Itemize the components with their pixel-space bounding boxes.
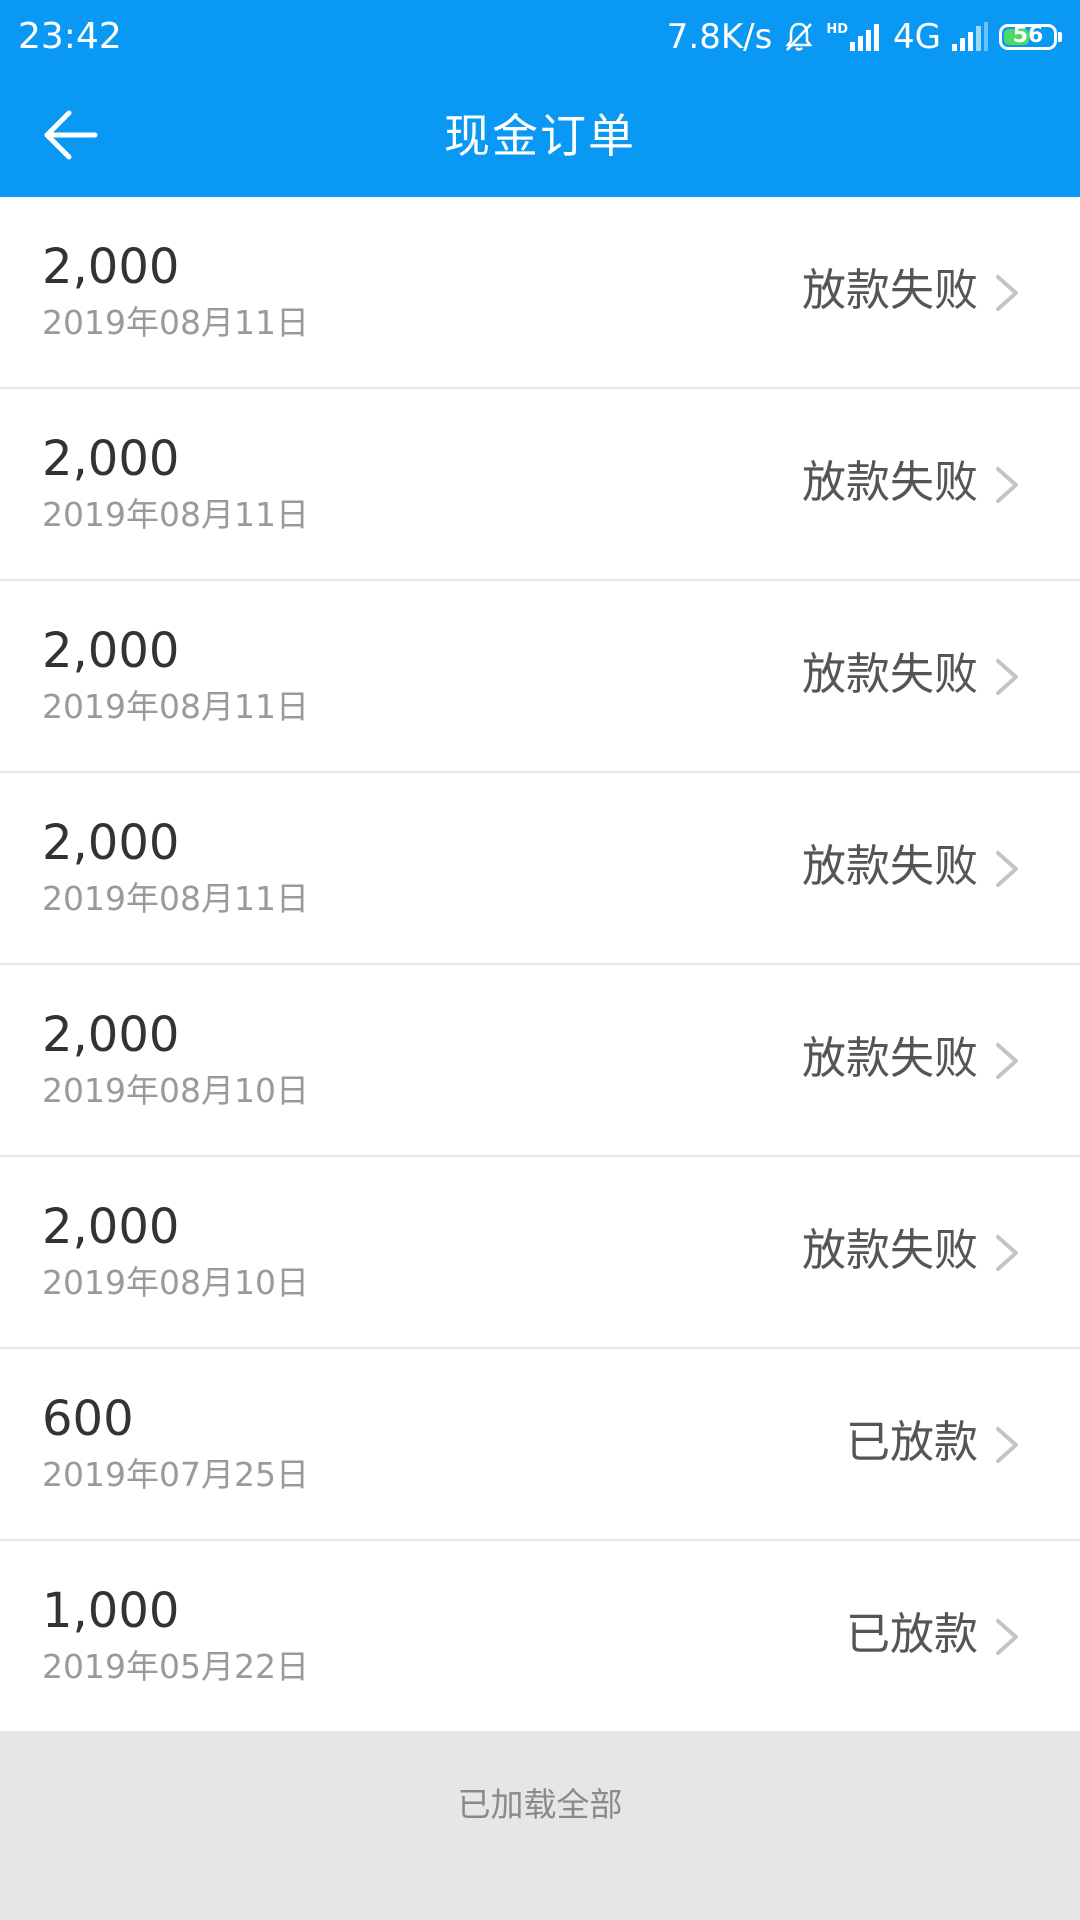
order-date: 2019年08月11日 bbox=[42, 879, 309, 918]
status-icons: 7.8K/s HD 4G 56 bbox=[667, 14, 1062, 60]
order-row[interactable]: 2,000 2019年08月10日 放款失败 bbox=[0, 965, 1080, 1157]
toolbar: 现金订单 bbox=[0, 74, 1080, 197]
order-status: 放款失败 bbox=[802, 265, 978, 316]
battery-level: 56 bbox=[1012, 24, 1044, 48]
order-date: 2019年07月25日 bbox=[42, 1455, 309, 1494]
order-row[interactable]: 2,000 2019年08月11日 放款失败 bbox=[0, 773, 1080, 965]
chevron-right-icon bbox=[996, 1619, 1018, 1655]
order-amount: 2,000 bbox=[42, 1007, 180, 1063]
order-amount: 600 bbox=[42, 1391, 134, 1447]
page-title: 现金订单 bbox=[444, 109, 636, 163]
order-status: 已放款 bbox=[846, 1609, 978, 1660]
status-time: 23:42 bbox=[18, 16, 122, 57]
order-date: 2019年05月22日 bbox=[42, 1647, 309, 1686]
order-row[interactable]: 2,000 2019年08月11日 放款失败 bbox=[0, 581, 1080, 773]
chevron-right-icon bbox=[996, 659, 1018, 695]
order-row[interactable]: 2,000 2019年08月11日 放款失败 bbox=[0, 389, 1080, 581]
hd-label: HD bbox=[826, 22, 849, 37]
order-date: 2019年08月11日 bbox=[42, 303, 309, 342]
chevron-right-icon bbox=[996, 275, 1018, 311]
chevron-right-icon bbox=[996, 467, 1018, 503]
order-status: 放款失败 bbox=[802, 649, 978, 700]
app-header: 23:42 7.8K/s HD 4G 56 现金订单 bbox=[0, 0, 1080, 197]
order-row[interactable]: 1,000 2019年05月22日 已放款 bbox=[0, 1541, 1080, 1733]
order-amount: 2,000 bbox=[42, 431, 180, 487]
list-footer: 已加载全部 bbox=[0, 1731, 1080, 1920]
signal-hd-icon: HD bbox=[826, 22, 883, 52]
bell-muted-icon bbox=[782, 20, 816, 54]
chevron-right-icon bbox=[996, 1235, 1018, 1271]
order-row[interactable]: 2,000 2019年08月10日 放款失败 bbox=[0, 1157, 1080, 1349]
order-status: 放款失败 bbox=[802, 457, 978, 508]
chevron-right-icon bbox=[996, 1427, 1018, 1463]
order-status: 放款失败 bbox=[802, 1033, 978, 1084]
order-amount: 2,000 bbox=[42, 239, 180, 295]
battery-icon: 56 bbox=[999, 24, 1062, 50]
chevron-right-icon bbox=[996, 851, 1018, 887]
order-date: 2019年08月10日 bbox=[42, 1263, 309, 1302]
order-date: 2019年08月11日 bbox=[42, 495, 309, 534]
network-speed: 7.8K/s bbox=[666, 17, 773, 57]
chevron-right-icon bbox=[996, 1043, 1018, 1079]
order-row[interactable]: 2,000 2019年08月11日 放款失败 bbox=[0, 197, 1080, 389]
status-bar: 23:42 7.8K/s HD 4G 56 bbox=[0, 0, 1080, 74]
network-type: 4G bbox=[893, 17, 941, 57]
order-amount: 2,000 bbox=[42, 1199, 180, 1255]
order-date: 2019年08月11日 bbox=[42, 687, 309, 726]
signal-strength-icon bbox=[951, 22, 989, 52]
order-list: 2,000 2019年08月11日 放款失败 2,000 2019年08月11日 放款失败… bbox=[0, 197, 1080, 1733]
order-status: 放款失败 bbox=[802, 841, 978, 892]
order-amount: 2,000 bbox=[42, 815, 180, 871]
order-status: 已放款 bbox=[846, 1417, 978, 1468]
order-row[interactable]: 600 2019年07月25日 已放款 bbox=[0, 1349, 1080, 1541]
loaded-all-text: 已加载全部 bbox=[457, 1785, 623, 1824]
order-amount: 2,000 bbox=[42, 623, 180, 679]
order-status: 放款失败 bbox=[802, 1225, 978, 1276]
order-amount: 1,000 bbox=[42, 1583, 180, 1639]
order-date: 2019年08月10日 bbox=[42, 1071, 309, 1110]
